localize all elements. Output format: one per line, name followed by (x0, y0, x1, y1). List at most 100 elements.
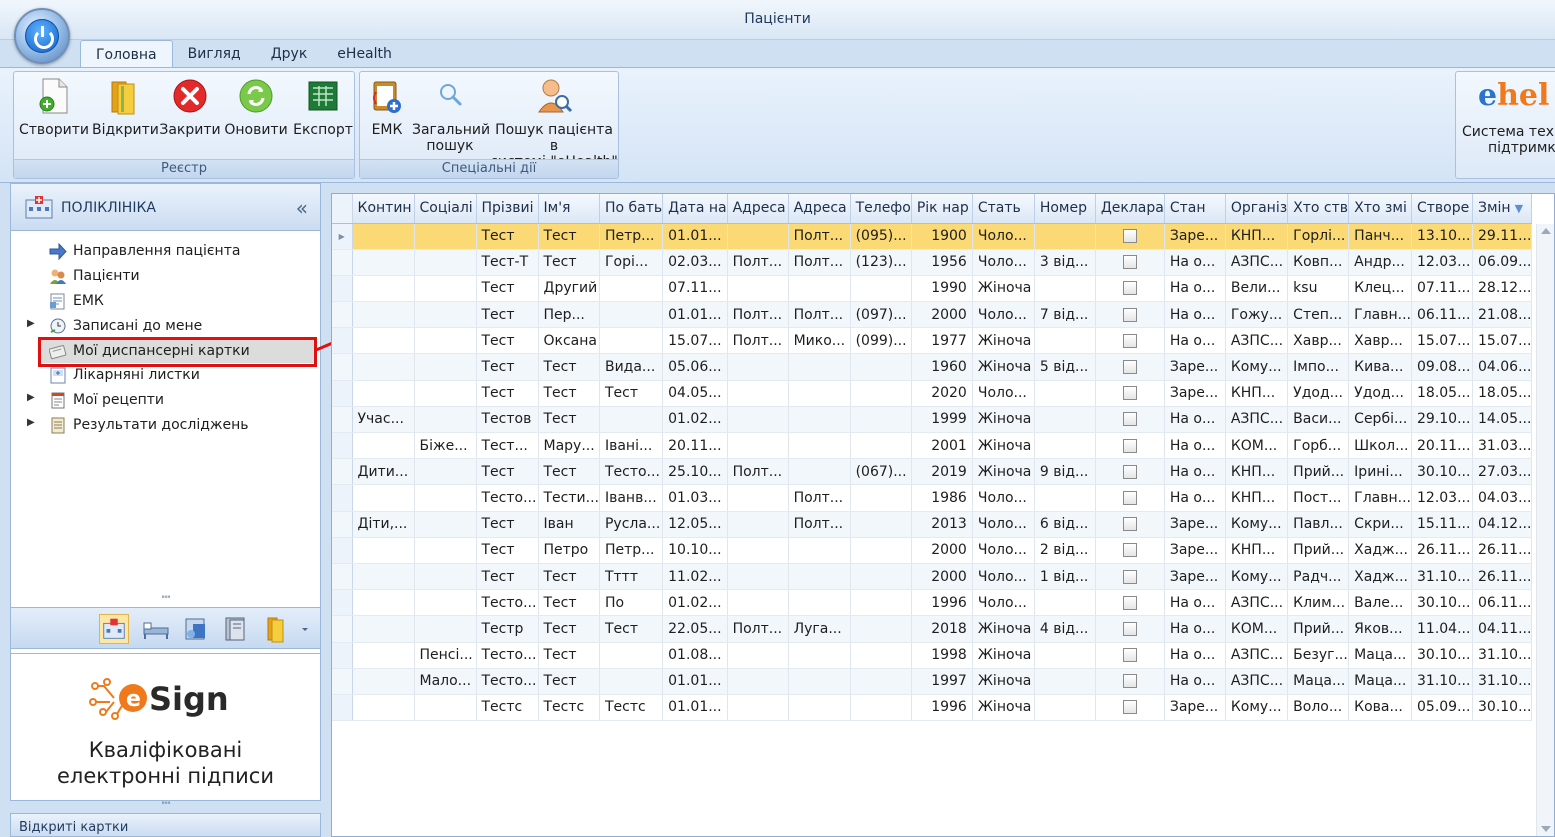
table-cell[interactable]: Мало... (414, 668, 477, 695)
table-cell[interactable] (414, 537, 477, 564)
table-cell[interactable]: 22.05... (662, 615, 728, 643)
table-cell[interactable]: На о... (1164, 249, 1226, 276)
table-row[interactable]: Тестс Тестс Тестс 01.01... 1996 Жіноча Заре...… (332, 694, 1533, 722)
column-header[interactable]: Змін ▼ (1472, 194, 1533, 224)
checkbox[interactable] (1122, 386, 1137, 401)
table-row[interactable]: Мало... Тесто... Тест 01.01... 1997 Жіноча На … (332, 668, 1533, 695)
table-row[interactable]: Тесто... Тести... Іванв... 01.03... Полт... 1… (332, 484, 1533, 512)
table-cell[interactable] (1034, 380, 1096, 407)
column-header[interactable]: Дата на (662, 194, 728, 224)
table-row[interactable]: Тест Пер... 01.01... Полт... Полт... (097)...… (332, 301, 1533, 329)
table-row[interactable]: Пенсі... Тесто... Тест 01.08... 1998 Жіноча На… (332, 642, 1533, 669)
table-cell[interactable]: Васи... (1287, 406, 1350, 434)
checkbox[interactable] (1122, 438, 1137, 453)
table-cell[interactable]: Тттт (599, 563, 664, 591)
table-cell[interactable] (850, 406, 912, 434)
table-row[interactable]: Тесто... Тест По 01.02... 1996 Чоло... На о...… (332, 589, 1533, 617)
table-cell[interactable]: 10.10... (662, 537, 728, 564)
declaration-checkbox-cell[interactable] (1095, 353, 1165, 381)
table-cell[interactable] (1034, 642, 1096, 669)
table-cell[interactable]: 13.10... (1411, 223, 1473, 250)
table-cell[interactable]: 1998 (911, 642, 973, 669)
checkbox[interactable] (1122, 700, 1137, 715)
table-cell[interactable]: Кому... (1225, 511, 1289, 538)
table-cell[interactable]: На о... (1164, 301, 1226, 329)
table-cell[interactable] (850, 589, 912, 617)
column-header[interactable]: Прізвиі (476, 194, 539, 224)
table-cell[interactable]: Удод... (1348, 380, 1412, 407)
table-cell[interactable]: Полт... (788, 484, 851, 512)
table-cell[interactable] (414, 694, 477, 722)
table-cell[interactable]: Тест (538, 615, 600, 643)
table-cell[interactable]: Учас... (352, 406, 415, 434)
table-cell[interactable]: Заре... (1164, 537, 1226, 564)
table-cell[interactable]: На о... (1164, 484, 1226, 512)
table-cell[interactable]: Прий... (1287, 458, 1350, 486)
table-cell[interactable]: (095)... (850, 223, 912, 250)
table-cell[interactable]: Маца... (1287, 668, 1350, 695)
table-cell[interactable] (727, 484, 789, 512)
tab-home[interactable]: Головна (80, 40, 173, 68)
table-cell[interactable]: Кому... (1225, 353, 1289, 381)
export-button[interactable]: Експорт (292, 76, 354, 138)
tree-item-scheduled[interactable]: ▶ Записані до мене (11, 315, 320, 338)
table-cell[interactable]: Іван (538, 511, 600, 538)
table-cell[interactable]: Павл... (1287, 511, 1350, 538)
table-cell[interactable]: 04.12... (1472, 511, 1533, 538)
table-cell[interactable]: По (599, 589, 664, 617)
table-cell[interactable]: 2013 (911, 511, 973, 538)
table-cell[interactable]: Ірині... (1348, 458, 1412, 486)
table-cell[interactable] (727, 511, 789, 538)
checkbox[interactable] (1122, 517, 1137, 532)
table-cell[interactable] (727, 668, 789, 695)
table-cell[interactable]: 12.05... (662, 511, 728, 538)
table-cell[interactable]: 1999 (911, 406, 973, 434)
table-cell[interactable]: На о... (1164, 589, 1226, 617)
row-indicator[interactable] (332, 668, 353, 695)
general-search-button[interactable]: Загальний пошук (412, 76, 490, 154)
table-cell[interactable] (727, 642, 789, 669)
table-cell[interactable]: 2000 (911, 301, 973, 329)
table-cell[interactable]: Безуг... (1287, 642, 1350, 669)
table-cell[interactable]: Петр... (599, 537, 664, 564)
column-header[interactable]: Хто змі (1348, 194, 1412, 224)
table-cell[interactable]: Главн... (1348, 484, 1412, 512)
table-cell[interactable]: Другий (538, 275, 600, 303)
table-row[interactable]: Дити... Тест Тест Тесто... 25.10... Полт... (0… (332, 458, 1533, 486)
table-cell[interactable]: Полт... (788, 511, 851, 538)
table-cell[interactable]: 02.03... (662, 249, 728, 276)
table-cell[interactable]: 29.10... (1411, 406, 1473, 434)
column-header[interactable]: Адреса (727, 194, 789, 224)
table-cell[interactable]: 1996 (911, 694, 973, 722)
table-cell[interactable]: 3 від... (1034, 249, 1096, 276)
table-cell[interactable]: Гожу... (1225, 301, 1289, 329)
table-cell[interactable]: Хадж... (1348, 537, 1412, 564)
table-cell[interactable]: Тест (476, 327, 539, 355)
table-cell[interactable] (599, 327, 664, 355)
table-cell[interactable]: Тест (599, 380, 664, 407)
table-cell[interactable] (850, 537, 912, 564)
table-cell[interactable]: 15.11... (1411, 511, 1473, 538)
table-cell[interactable]: 01.08... (662, 642, 728, 669)
table-cell[interactable]: Горлі... (1287, 223, 1350, 250)
table-cell[interactable] (788, 406, 851, 434)
table-cell[interactable]: АЗПС... (1225, 589, 1289, 617)
table-cell[interactable]: 14.05... (1472, 406, 1533, 434)
table-cell[interactable]: 01.01... (662, 301, 728, 329)
table-cell[interactable]: 18.05... (1472, 380, 1533, 407)
checkbox[interactable] (1122, 229, 1137, 244)
table-cell[interactable]: Тест (476, 301, 539, 329)
table-cell[interactable]: Кому... (1225, 563, 1289, 591)
table-cell[interactable] (414, 353, 477, 381)
table-cell[interactable]: Степ... (1287, 301, 1350, 329)
ehealth-patient-search-button[interactable]: Пошук пацієнта в системі "eHealth" (490, 76, 618, 170)
table-cell[interactable] (414, 563, 477, 591)
table-cell[interactable]: 12.03... (1411, 249, 1473, 276)
table-cell[interactable] (352, 432, 415, 460)
table-cell[interactable]: 1977 (911, 327, 973, 355)
row-indicator[interactable] (332, 537, 353, 564)
table-cell[interactable]: Заре... (1164, 223, 1226, 250)
table-cell[interactable]: 5 від... (1034, 353, 1096, 381)
table-cell[interactable] (352, 327, 415, 355)
column-header[interactable]: Стан (1164, 194, 1226, 224)
